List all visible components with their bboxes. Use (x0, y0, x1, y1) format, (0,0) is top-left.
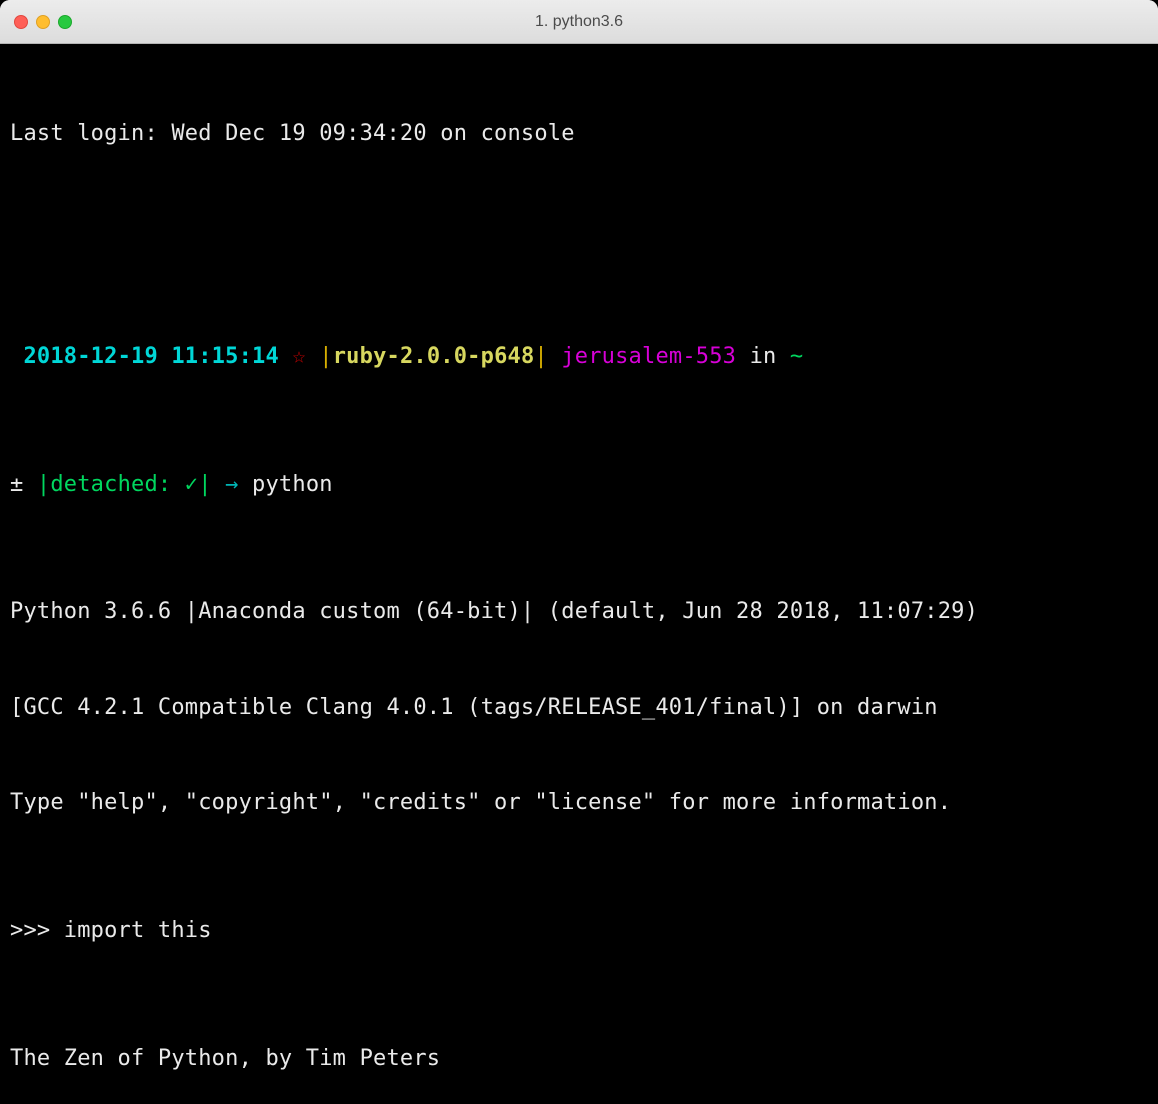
repl-command: import this (64, 918, 212, 943)
check-icon: ✓ (171, 472, 198, 497)
python-banner-line: Type "help", "copyright", "credits" or "… (10, 787, 1148, 819)
arrow-icon: → (212, 472, 252, 497)
python-repl-line: >>> import this (10, 915, 1148, 947)
pipe: | (23, 472, 50, 497)
shell-command: python (252, 472, 333, 497)
python-banner-line: [GCC 4.2.1 Compatible Clang 4.0.1 (tags/… (10, 692, 1148, 724)
prompt-path: ~ (790, 344, 803, 369)
git-branch: detached: (50, 472, 171, 497)
prompt-timestamp: 2018-12-19 11:15:14 (23, 344, 278, 369)
last-login-line: Last login: Wed Dec 19 09:34:20 on conso… (10, 118, 1148, 150)
close-icon[interactable] (14, 15, 28, 29)
ruby-pipe-right: | (534, 344, 547, 369)
python-banner-line: Python 3.6.6 |Anaconda custom (64-bit)| … (10, 596, 1148, 628)
titlebar[interactable]: 1. python3.6 (0, 0, 1158, 44)
star-icon: ☆ (292, 344, 305, 369)
maximize-icon[interactable] (58, 15, 72, 29)
ruby-version: ruby-2.0.0-p648 (333, 344, 535, 369)
pipe: | (198, 472, 211, 497)
window-title: 1. python3.6 (14, 13, 1144, 31)
terminal-content[interactable]: Last login: Wed Dec 19 09:34:20 on conso… (0, 44, 1158, 1104)
shell-prompt-line-1: 2018-12-19 11:15:14 ☆ |ruby-2.0.0-p648| … (10, 341, 1148, 373)
blank-line (10, 213, 1148, 245)
zen-title: The Zen of Python, by Tim Peters (10, 1043, 1148, 1075)
shell-prompt-line-2: ± |detached: ✓| → python (10, 469, 1148, 501)
minimize-icon[interactable] (36, 15, 50, 29)
traffic-lights (14, 15, 72, 29)
prompt-in: in (736, 344, 790, 369)
repl-prompt: >>> (10, 918, 64, 943)
terminal-window: 1. python3.6 Last login: Wed Dec 19 09:3… (0, 0, 1158, 1104)
hostname: jerusalem-553 (561, 344, 736, 369)
ruby-pipe-left: | (319, 344, 332, 369)
git-indicator: ± (10, 472, 23, 497)
